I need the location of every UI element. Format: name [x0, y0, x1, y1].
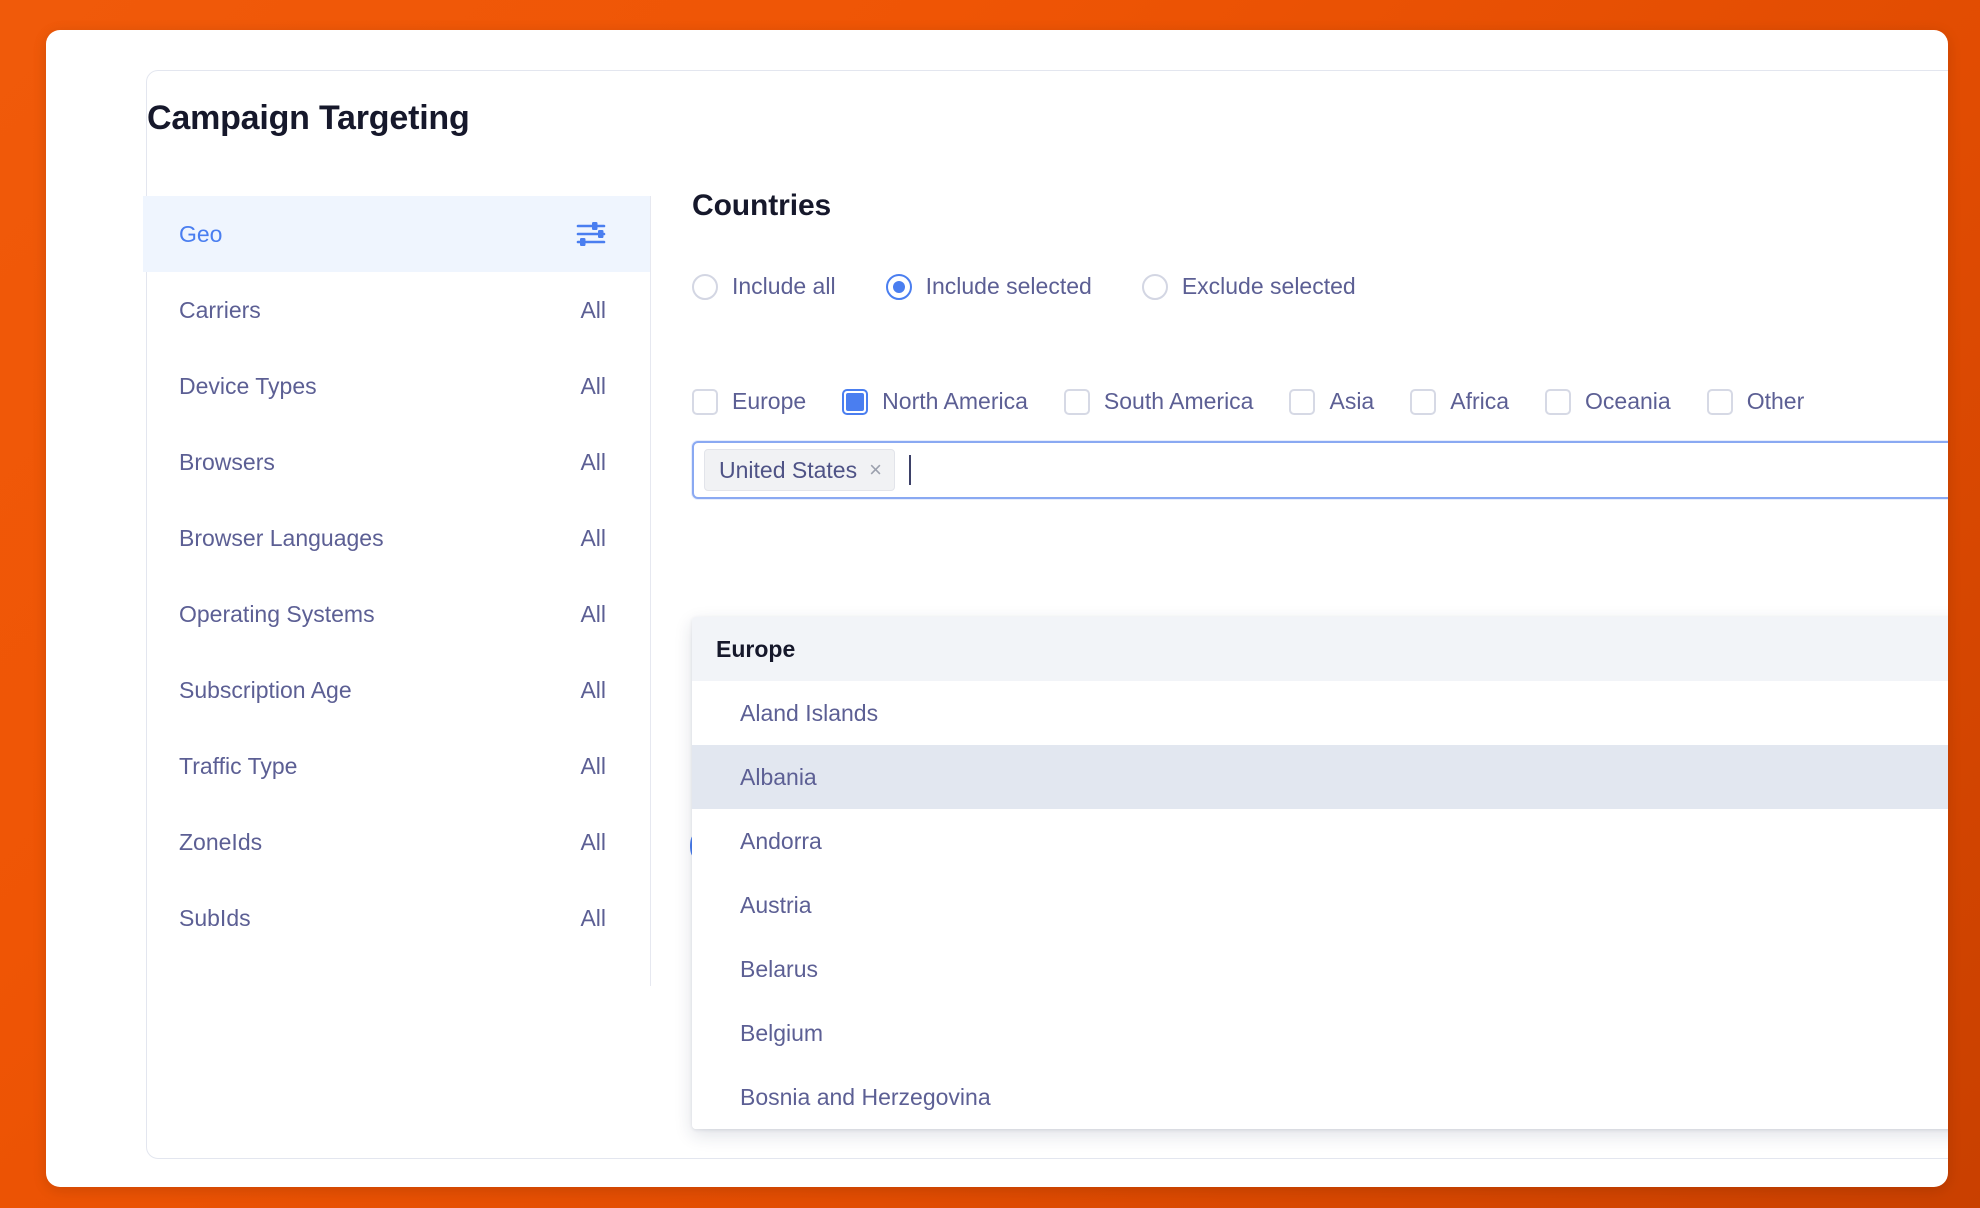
sidebar-item-value: All [580, 904, 606, 931]
radio-exclude-selected[interactable]: Exclude selected [1141, 273, 1356, 300]
region-label: Asia [1329, 388, 1375, 414]
dropdown-group-header: Europe [692, 617, 1948, 681]
sidebar-item-value: All [580, 828, 606, 855]
sliders-icon[interactable] [576, 221, 606, 247]
sidebar-item-label: Subscription Age [179, 676, 352, 703]
page-title: Campaign Targeting [147, 99, 470, 137]
app-panel: Campaign Targeting Geo Carriers All Device… [46, 30, 1948, 1187]
checkbox-indicator[interactable] [692, 388, 718, 415]
dropdown-items: Aland Islands Albania Andorra Austria Belaru… [692, 681, 1948, 1129]
region-label: South America [1103, 388, 1254, 414]
radio-include-all[interactable]: Include all [692, 273, 836, 300]
sidebar-item-operating-systems[interactable]: Operating Systems All [143, 576, 650, 652]
country-tag[interactable]: United States × [704, 449, 895, 491]
region-checkbox-south-america[interactable]: South America [1063, 388, 1254, 415]
checkbox-indicator[interactable] [1410, 388, 1437, 415]
sidebar-item-label: ZoneIds [179, 828, 263, 855]
sidebar-item-geo[interactable]: Geo [143, 196, 650, 272]
main-content: Countries Include all Include selected Exc… [692, 189, 1948, 499]
checkbox-indicator[interactable] [1063, 388, 1090, 415]
sidebar-item-label: Traffic Type [179, 752, 298, 779]
text-cursor [908, 455, 911, 485]
sidebar-item-label: Operating Systems [179, 600, 375, 627]
region-label: Africa [1450, 388, 1510, 414]
radio-label: Exclude selected [1181, 273, 1356, 299]
sidebar-item-zoneids[interactable]: ZoneIds All [143, 804, 650, 880]
sidebar-item-browser-languages[interactable]: Browser Languages All [143, 500, 650, 576]
sidebar-item-browsers[interactable]: Browsers All [143, 424, 650, 500]
sidebar-item-label: Carriers [179, 296, 261, 323]
region-checkbox-group: Europe North America South America Asia Afri… [692, 388, 1948, 415]
region-checkbox-africa[interactable]: Africa [1410, 388, 1509, 415]
sidebar-item-label: Geo [179, 220, 223, 247]
dropdown-item[interactable]: Albania [692, 745, 1948, 809]
sidebar-item-value: All [580, 296, 606, 323]
dropdown-item[interactable]: Belgium [692, 1001, 1948, 1065]
sidebar-item-label: Browsers [179, 448, 275, 475]
sidebar-item-subids[interactable]: SubIds All [143, 880, 650, 956]
sidebar-item-traffic-type[interactable]: Traffic Type All [143, 728, 650, 804]
country-multiselect-input[interactable]: United States × [692, 441, 1948, 499]
radio-indicator[interactable] [692, 273, 718, 300]
sidebar-item-value: All [580, 372, 606, 399]
sidebar-item-carriers[interactable]: Carriers All [143, 272, 650, 348]
radio-indicator[interactable] [885, 273, 912, 300]
checkbox-indicator[interactable] [1545, 388, 1572, 415]
sidebar-item-value: All [580, 752, 606, 779]
country-dropdown-list: Europe Aland Islands Albania Andorra Austri… [692, 617, 1948, 1129]
region-label: North America [882, 388, 1028, 414]
sidebar-item-label: SubIds [179, 904, 251, 931]
sidebar-item-label: Device Types [179, 372, 317, 399]
region-checkbox-europe[interactable]: Europe [692, 388, 806, 415]
region-label: Europe [732, 388, 807, 414]
sidebar-item-value: All [580, 676, 606, 703]
radio-include-selected[interactable]: Include selected [885, 273, 1092, 300]
selected-country-tags: United States × [704, 449, 899, 491]
region-checkbox-asia[interactable]: Asia [1289, 388, 1374, 415]
close-icon[interactable]: × [869, 459, 882, 481]
region-label: Other [1746, 388, 1805, 414]
dropdown-item[interactable]: Austria [692, 873, 1948, 937]
checkbox-indicator[interactable] [842, 388, 869, 415]
region-label: Oceania [1585, 388, 1671, 414]
radio-indicator[interactable] [1141, 273, 1168, 300]
sidebar-item-device-types[interactable]: Device Types All [143, 348, 650, 424]
sidebar-item-value: All [580, 448, 606, 475]
sidebar-item-subscription-age[interactable]: Subscription Age All [143, 652, 650, 728]
region-checkbox-north-america[interactable]: North America [842, 388, 1028, 415]
country-tag-label: United States [719, 456, 858, 483]
targeting-card: Campaign Targeting Geo Carriers All Device… [143, 70, 1948, 1159]
dropdown-item[interactable]: Bosnia and Herzegovina [692, 1065, 1948, 1129]
region-checkbox-oceania[interactable]: Oceania [1545, 388, 1671, 415]
radio-label: Include selected [925, 273, 1092, 299]
dropdown-item[interactable]: Aland Islands [692, 681, 1948, 745]
checkbox-indicator[interactable] [1289, 388, 1316, 415]
dropdown-item[interactable]: Belarus [692, 937, 1948, 1001]
sidebar-item-label: Browser Languages [179, 524, 384, 551]
radio-label: Include all [732, 273, 836, 299]
targeting-sidebar: Geo Carriers All Device Types All Browsers Al… [143, 196, 651, 986]
include-mode-radio-group: Include all Include selected Exclude selec… [692, 273, 1948, 300]
dropdown-item[interactable]: Andorra [692, 809, 1948, 873]
region-checkbox-other[interactable]: Other [1706, 388, 1805, 415]
sidebar-item-value: All [580, 600, 606, 627]
sidebar-item-value: All [580, 524, 606, 551]
checkbox-indicator[interactable] [1706, 388, 1733, 415]
section-title: Countries [692, 189, 832, 222]
